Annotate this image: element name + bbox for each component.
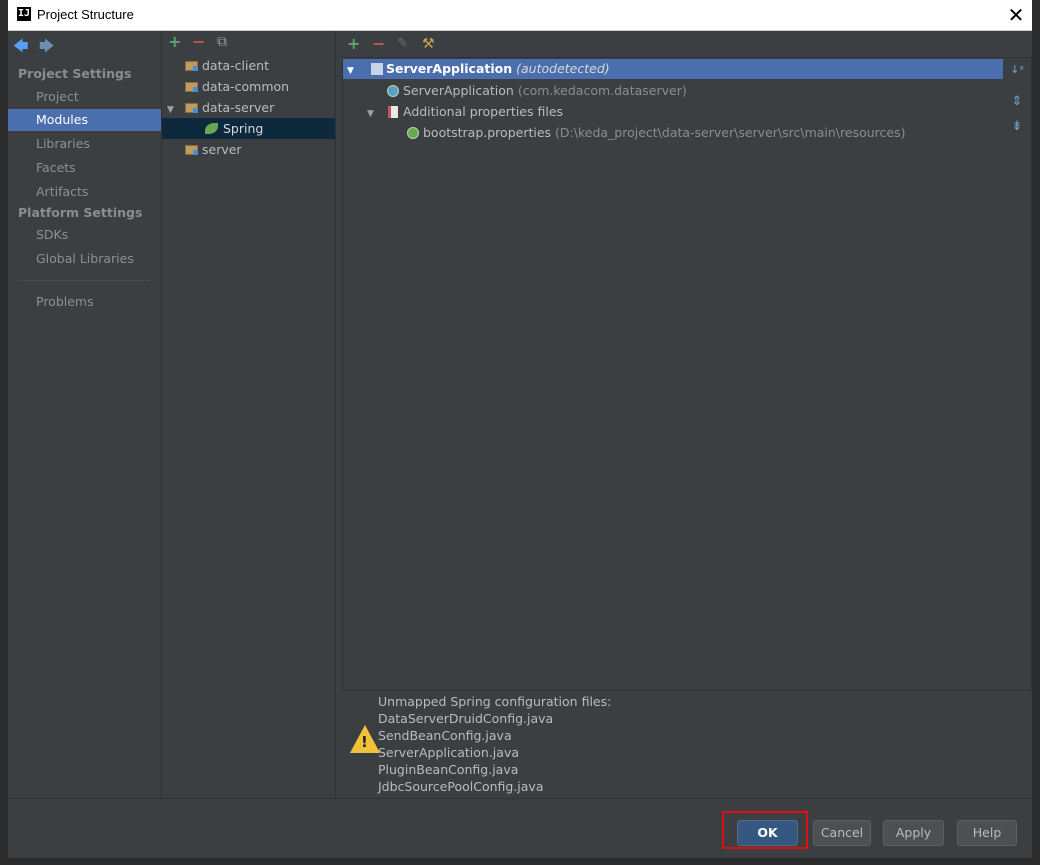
additional-properties-label: Additional properties files [402,104,564,119]
add-fileset-icon[interactable]: + [347,34,360,54]
properties-group-icon [387,106,398,118]
fileset-tree: ▼ ServerApplication (autodetected) Serve… [342,57,1032,691]
settings-nav: 🡄 🡆 Project Settings Project Modules Lib… [8,31,162,798]
module-server[interactable]: server [162,139,335,160]
apply-button[interactable]: Apply [883,820,944,846]
platform-settings-header: Platform Settings [18,205,143,220]
module-folder-icon [185,145,198,155]
bootstrap-properties-row[interactable]: bootstrap.properties (D:\keda_project\da… [407,122,905,143]
warning-title: Unmapped Spring configuration files: [378,694,612,709]
facet-label: Spring [223,121,264,136]
unmapped-file: PluginBeanConfig.java [378,762,519,777]
add-module-icon[interactable]: + [168,32,181,52]
title-bar: IJ Project Structure ✕ [8,0,1032,31]
nav-item-artifacts[interactable]: Artifacts [8,181,161,203]
spring-properties-icon [407,127,419,139]
module-label: server [202,142,242,157]
dialog-footer: OK Cancel Apply Help [8,798,1032,858]
ok-button[interactable]: OK [737,820,798,846]
dialog-title: Project Structure [37,7,134,22]
server-application-package: (com.kedacom.dataserver) [517,83,687,98]
back-arrow-icon[interactable]: 🡄 [13,36,29,61]
forward-arrow-icon[interactable]: 🡆 [39,36,55,61]
additional-properties-row[interactable]: ▼ Additional properties files [367,101,563,122]
unmapped-file: JdbcSourcePoolConfig.java [378,779,544,794]
nav-item-facets[interactable]: Facets [8,157,161,179]
remove-module-icon[interactable]: − [192,32,205,52]
unmapped-files-warning: ! Unmapped Spring configuration files: D… [342,693,1032,798]
expand-all-icon[interactable]: ⇕ [1009,94,1025,110]
project-structure-dialog: IJ Project Structure ✕ 🡄 🡆 Project Setti… [8,0,1032,858]
spring-facet-pane: + − ✎ ⚒ ▼ ServerApplication (autodetecte… [342,31,1032,798]
cancel-button[interactable]: Cancel [813,820,871,846]
module-data-client[interactable]: data-client [162,55,335,76]
edit-pencil-icon[interactable]: ✎ [397,34,408,54]
nav-item-sdks[interactable]: SDKs [8,224,161,246]
server-application-label: ServerApplication [403,83,514,98]
spring-boot-class-icon [387,85,399,97]
module-label: data-client [202,58,269,73]
bootstrap-properties-label: bootstrap.properties [423,125,552,140]
spring-leaf-icon [205,123,218,134]
editor-background [0,0,8,865]
nav-divider [18,280,151,281]
close-button[interactable]: ✕ [1004,3,1028,27]
editor-bottom [8,858,1040,865]
nav-item-modules[interactable]: Modules [8,109,161,131]
nav-item-problems[interactable]: Problems [8,291,161,313]
module-label: data-server [202,100,275,115]
help-button[interactable]: Help [957,820,1017,846]
module-folder-icon [185,82,198,92]
copy-module-icon[interactable]: ⧉ [217,32,227,52]
expand-triangle-icon[interactable]: ▼ [347,61,357,81]
fileset-icon [370,63,383,75]
module-folder-icon [185,103,198,113]
unmapped-file: ServerApplication.java [378,745,519,760]
sort-alphabetically-icon[interactable]: ↓ᵃ [1009,62,1025,78]
settings-tools-icon[interactable]: ⚒ [422,34,435,54]
autodetected-note: (autodetected) [516,61,610,76]
intellij-logo-icon: IJ [17,7,31,21]
nav-item-libraries[interactable]: Libraries [8,133,161,155]
module-data-server[interactable]: ▼ data-server [162,97,335,118]
fileset-root-row[interactable]: ▼ ServerApplication (autodetected) [343,59,1003,79]
unmapped-file: DataServerDruidConfig.java [378,711,554,726]
bootstrap-properties-path: (D:\keda_project\data-server\server\src\… [555,125,906,140]
remove-fileset-icon[interactable]: − [372,34,385,54]
nav-item-project[interactable]: Project [8,86,161,108]
module-label: data-common [202,79,290,94]
module-folder-icon [185,61,198,71]
project-settings-header: Project Settings [18,66,132,81]
facet-spring[interactable]: Spring [162,118,335,139]
nav-item-global-libraries[interactable]: Global Libraries [8,248,161,270]
fileset-root-label: ServerApplication [385,61,513,76]
expand-triangle-icon[interactable]: ▼ [367,104,377,125]
unmapped-file: SendBeanConfig.java [378,728,512,743]
module-data-common[interactable]: data-common [162,76,335,97]
server-application-row[interactable]: ServerApplication (com.kedacom.dataserve… [387,80,687,101]
collapse-all-icon[interactable]: ⇟ [1009,119,1025,135]
modules-pane: + − ⧉ data-client data-common ▼ data-serv… [162,31,336,798]
